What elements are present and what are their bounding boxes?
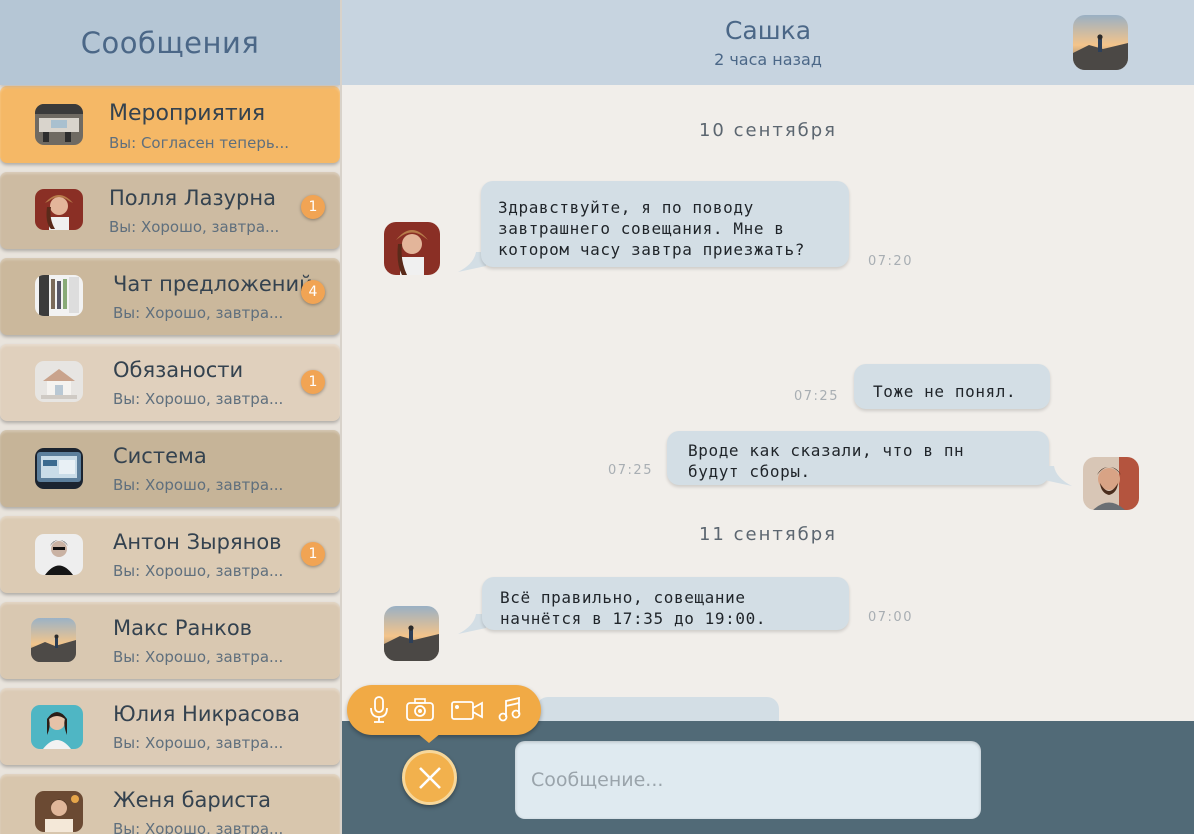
- close-icon: [418, 766, 441, 789]
- chat-name: Макс Ранков: [113, 616, 253, 640]
- chat-preview: Вы: Хорошо, завтра...: [113, 304, 284, 322]
- messenger-app: Сообщения Мероприятия Вы: Согласен тепер…: [0, 0, 1194, 834]
- chat-preview: Вы: Хорошо, завтра...: [113, 734, 284, 752]
- chat-thumbnail: [35, 361, 83, 402]
- chat-item-duties[interactable]: Обязаности Вы: Хорошо, завтра... 1: [0, 344, 340, 421]
- unread-badge: 4: [301, 280, 325, 304]
- avatar: [31, 618, 76, 662]
- sender-avatar: [384, 606, 439, 661]
- chat-name: Мероприятия: [109, 101, 266, 126]
- chat-name: Система: [113, 444, 207, 468]
- chat-name: Женя бариста: [113, 788, 272, 812]
- message-input[interactable]: [515, 741, 981, 819]
- unread-badge: 1: [301, 370, 325, 394]
- chat-item-anton[interactable]: Антон Зырянов Вы: Хорошо, завтра... 1: [0, 516, 340, 593]
- chat-name: Полля Лазурна: [109, 186, 276, 210]
- chat-thumbnail: [35, 104, 83, 145]
- chat-name: Юлия Никрасова: [113, 702, 301, 726]
- camera-icon[interactable]: [404, 694, 436, 726]
- contact-avatar[interactable]: [1073, 15, 1128, 70]
- sender-avatar: [384, 222, 440, 275]
- avatar: [35, 189, 83, 230]
- music-note-icon[interactable]: [494, 694, 526, 726]
- chat-preview: Вы: Хорошо, завтра...: [113, 390, 284, 408]
- avatar: [31, 705, 83, 749]
- chat-list-sidebar: Сообщения Мероприятия Вы: Согласен тепер…: [0, 0, 342, 834]
- avatar: [35, 791, 83, 832]
- sidebar-title: Сообщения: [0, 0, 340, 85]
- chat-name: Антон Зырянов: [113, 530, 282, 554]
- close-attachments-button[interactable]: [402, 750, 457, 805]
- chat-item-yulia[interactable]: Юлия Никрасова Вы: Хорошо, завтра...: [0, 688, 340, 765]
- attachment-menu: [347, 685, 541, 743]
- chat-item-system[interactable]: Система Вы: Хорошо, завтра...: [0, 430, 340, 507]
- chat-item-zhenya[interactable]: Женя бариста Вы: Хорошо, завтра...: [0, 774, 340, 834]
- attachment-menu-pointer: [417, 733, 441, 743]
- message-time: 07:00: [868, 610, 913, 625]
- message-bubble[interactable]: Тоже не понял.: [854, 364, 1050, 409]
- date-separator: 11 сентября: [698, 524, 838, 545]
- date-separator: 10 сентября: [698, 120, 838, 141]
- contact-name: Сашка: [724, 16, 812, 45]
- chat-name: Чат предложений: [113, 272, 313, 296]
- chat-thumbnail: [35, 275, 83, 316]
- chat-item-pollya[interactable]: Полля Лазурна Вы: Хорошо, завтра... 1: [0, 172, 340, 249]
- message-bubble[interactable]: Здравствуйте, я по поводу завтрашнего со…: [481, 181, 849, 267]
- last-seen-status: 2 часа назад: [714, 50, 822, 69]
- video-camera-icon[interactable]: [449, 694, 485, 726]
- unread-badge: 1: [301, 195, 325, 219]
- message-time: 07:20: [868, 254, 913, 269]
- chat-header: Сашка 2 часа назад: [342, 0, 1194, 85]
- unread-badge: 1: [301, 542, 325, 566]
- microphone-icon[interactable]: [363, 694, 395, 726]
- message-bubble[interactable]: Всё правильно, совещание начнётся в 17:3…: [482, 577, 849, 630]
- bubble-tail: [1044, 466, 1072, 486]
- chat-thumbnail: [35, 448, 83, 489]
- chat-item-maks[interactable]: Макс Ранков Вы: Хорошо, завтра...: [0, 602, 340, 679]
- chat-preview: Вы: Хорошо, завтра...: [113, 476, 284, 494]
- chat-item-events[interactable]: Мероприятия Вы: Согласен теперь...: [0, 86, 340, 163]
- my-avatar: [1083, 457, 1139, 510]
- chat-name: Обязаности: [113, 358, 244, 382]
- chat-preview: Вы: Хорошо, завтра...: [113, 562, 284, 580]
- message-composer: [342, 721, 1194, 834]
- chat-preview: Вы: Согласен теперь...: [109, 134, 289, 152]
- message-time: 07:25: [794, 389, 839, 404]
- message-time: 07:25: [608, 463, 653, 478]
- chat-preview: Вы: Хорошо, завтра...: [113, 648, 284, 666]
- avatar: [35, 534, 83, 575]
- message-bubble[interactable]: Вроде как сказали, что в пн будут сборы.: [667, 431, 1049, 485]
- chat-preview: Вы: Хорошо, завтра...: [113, 820, 284, 834]
- chat-item-suggestions[interactable]: Чат предложений Вы: Хорошо, завтра... 4: [0, 258, 340, 335]
- chat-preview: Вы: Хорошо, завтра...: [109, 218, 280, 236]
